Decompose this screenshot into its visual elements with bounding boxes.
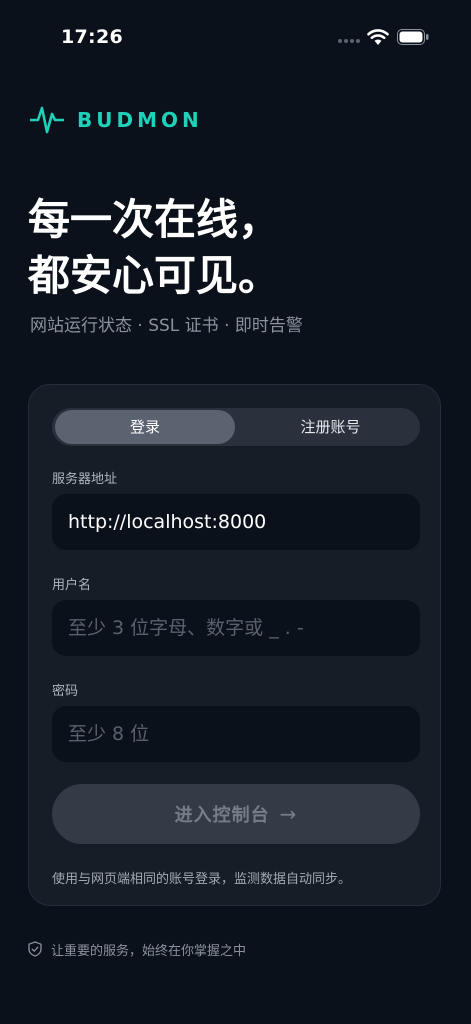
login-card: 登录 注册账号 服务器地址 http://localhost:8000 用户名 …	[28, 384, 441, 906]
password-label: 密码	[52, 684, 79, 699]
brand-header: BUDMON	[30, 102, 230, 138]
status-bar: 17:26	[0, 0, 471, 76]
hero-title: 每一次在线， 都安心可见。	[28, 192, 448, 304]
footer-text: 让重要的服务，始终在你掌握之中	[51, 944, 247, 959]
hero-subtitle: 网站运行状态 · SSL 证书 · 即时告警	[30, 316, 303, 336]
auth-tabs: 登录 注册账号	[52, 408, 420, 446]
password-input[interactable]: 至少 8 位	[52, 706, 420, 762]
arrow-right-icon: →	[279, 802, 298, 826]
username-label: 用户名	[52, 578, 92, 593]
username-input[interactable]: 至少 3 位字母、数字或 _ . -	[52, 600, 420, 656]
tab-login[interactable]: 登录	[55, 410, 235, 444]
pulse-icon	[30, 106, 64, 134]
enter-console-label: 进入控制台	[174, 805, 270, 826]
hero-title-line2: 都安心可见。	[28, 251, 281, 300]
cellular-signal-icon	[338, 39, 362, 45]
hero-title-line1: 每一次在线，	[28, 195, 281, 244]
shield-check-icon	[28, 941, 42, 957]
server-address-input[interactable]: http://localhost:8000	[52, 494, 420, 550]
battery-icon	[397, 29, 429, 45]
enter-console-button[interactable]: 进入控制台 →	[52, 784, 420, 844]
sync-note: 使用与网页端相同的账号登录，监测数据自动同步。	[52, 872, 352, 887]
status-time: 17:26	[61, 26, 123, 48]
wifi-icon	[367, 29, 389, 45]
brand-name: BUDMON	[77, 108, 203, 132]
server-address-label: 服务器地址	[52, 472, 118, 487]
tab-register[interactable]: 注册账号	[243, 410, 418, 444]
